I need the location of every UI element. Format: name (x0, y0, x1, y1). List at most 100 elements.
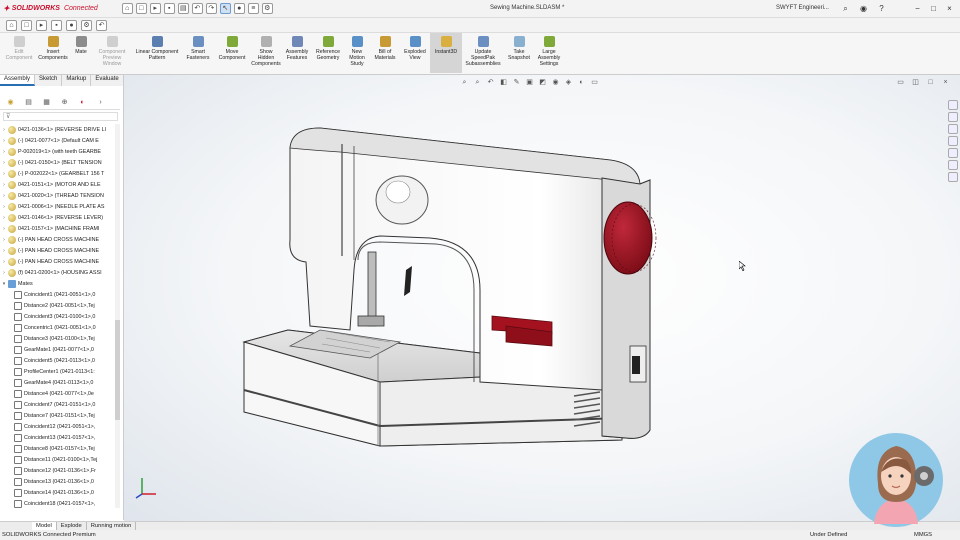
zoom-to-area-icon[interactable]: ⌕ (473, 78, 482, 87)
tree-scrollbar-thumb[interactable] (115, 320, 120, 420)
tree-component[interactable]: › 0421-0151<1> (MOTOR AND ELE (0, 179, 120, 190)
tab-evaluate[interactable]: Evaluate (91, 75, 124, 86)
tree-mate[interactable]: Distance13 (0421-0136<1>,0 (0, 476, 120, 487)
community-icon[interactable]: ◉ (858, 3, 869, 14)
tab-assembly[interactable]: Assembly (0, 75, 36, 86)
tree-component[interactable]: › 0421-0157<1> (MACHINE FRAMI (0, 223, 120, 234)
home-icon[interactable]: ⌂ (121, 3, 133, 14)
hide-show-icon[interactable]: ◉ (551, 78, 560, 87)
tree-component[interactable]: › (-) 0421-0150<1> (BELT TENSION (0, 157, 120, 168)
viewport-restore-icon[interactable]: ▭ (896, 78, 905, 87)
save-icon[interactable]: ▪ (51, 19, 62, 31)
rebuild-icon[interactable]: ● (66, 19, 77, 31)
view-palette-icon[interactable] (948, 136, 958, 146)
tree-filter-input[interactable]: ⊽ (3, 112, 118, 121)
tree-scrollbar[interactable] (115, 124, 120, 508)
command-insert-components[interactable]: Insert Components (36, 33, 70, 61)
expand-toggle-icon[interactable]: › (0, 237, 8, 243)
expand-toggle-icon[interactable]: › (0, 160, 8, 166)
expand-toggle-icon[interactable]: › (0, 248, 8, 254)
tree-mate[interactable]: Coincident18 (0421-0157<1>, (0, 498, 120, 508)
rebuild-icon[interactable]: ● (233, 3, 245, 14)
edit-appearance-icon[interactable]: ◈ (564, 78, 573, 87)
command-smart-fasteners[interactable]: Smart Fasteners (182, 33, 214, 61)
tree-component[interactable]: › 0421-0006<1> (NEEDLE PLATE AS (0, 201, 120, 212)
command-take-snapshot[interactable]: Take Snapshot (504, 33, 534, 61)
tree-mate[interactable]: Distance3 (0421-0100<1>,Tej (0, 333, 120, 344)
tree-component[interactable]: › (-) PAN HEAD CROSS MACHINE (0, 256, 120, 267)
viewport-maximize-icon[interactable]: □ (926, 78, 935, 87)
expand-toggle-icon[interactable]: › (0, 270, 8, 276)
options-gear-icon[interactable]: ⚙ (261, 3, 273, 14)
help-icon[interactable]: ? (876, 3, 887, 14)
tree-mate[interactable]: ProfileCenter1 (0421-0113<1: (0, 366, 120, 377)
expand-toggle-icon[interactable]: › (0, 149, 8, 155)
configuration-manager-icon[interactable]: ▦ (42, 98, 51, 107)
solidworks-logo[interactable]: ✦ SOLIDWORKS Connected (0, 4, 98, 13)
tree-component[interactable]: › (f) 0421-0200<1> (HOUSING ASSI (0, 267, 120, 278)
tab-sketch[interactable]: Sketch (35, 75, 63, 86)
redo-icon[interactable]: ↷ (205, 3, 217, 14)
viewport-close-icon[interactable]: × (941, 78, 950, 87)
command-assembly-features[interactable]: Assembly Features (282, 33, 312, 61)
tree-component[interactable]: › (-) PAN HEAD CROSS MACHINE (0, 234, 120, 245)
command-move-component[interactable]: Move Component (214, 33, 250, 61)
expand-toggle-icon[interactable]: › (0, 138, 8, 144)
expand-toggle-icon[interactable]: › (0, 259, 8, 265)
section-view-icon[interactable]: ◧ (499, 78, 508, 87)
tree-mate[interactable]: Distance7 (0421-0151<1>,Tej (0, 410, 120, 421)
tree-mate[interactable]: Coincident1 (0421-0051<1>,0 (0, 289, 120, 300)
undo-icon[interactable]: ↶ (96, 19, 107, 31)
tree-mate[interactable]: Coincident13 (0421-0157<1>, (0, 432, 120, 443)
expand-toggle-icon[interactable]: › (0, 226, 8, 232)
custom-properties-icon[interactable] (948, 160, 958, 170)
expand-toggle-icon[interactable]: › (0, 215, 8, 221)
tree-mate[interactable]: Distance2 (0421-0051<1>,Tej (0, 300, 120, 311)
status-units[interactable]: MMGS (914, 530, 932, 540)
design-library-icon[interactable] (948, 112, 958, 122)
tree-mate[interactable]: Coincident3 (0421-0100<1>,0 (0, 311, 120, 322)
tree-mate[interactable]: GearMate1 (0421-0077<1>,0 (0, 344, 120, 355)
tree-component[interactable]: › (-) P-002022<1> (GEARBELT 156 T (0, 168, 120, 179)
command-large-assembly-settings[interactable]: Large Assembly Settings (534, 33, 564, 67)
view-settings-icon[interactable]: ▭ (590, 78, 599, 87)
tree-mate[interactable]: Distance4 (0421-0077<1>,0e (0, 388, 120, 399)
expand-toggle-icon[interactable]: › (0, 182, 8, 188)
new-document-icon[interactable]: □ (21, 19, 32, 31)
tree-mate[interactable]: Distance11 (0421-0100<1>,Tej (0, 454, 120, 465)
expand-toggle-icon[interactable]: › (0, 171, 8, 177)
tree-component[interactable]: › 0421-0146<1> (REVERSE LEVER) (0, 212, 120, 223)
tree-mate[interactable]: Coincident12 (0421-0051<1>, (0, 421, 120, 432)
command-exploded-view[interactable]: Exploded View (400, 33, 430, 61)
maximize-icon[interactable]: □ (928, 3, 939, 14)
appearances-icon[interactable] (948, 148, 958, 158)
tree-component[interactable]: › P-002019<1> (with teeth GEARBE (0, 146, 120, 157)
minimize-icon[interactable]: − (912, 3, 923, 14)
print-icon[interactable]: ▤ (177, 3, 189, 14)
previous-view-icon[interactable]: ↶ (486, 78, 495, 87)
command-bill-of-materials[interactable]: Bill of Materials (370, 33, 400, 61)
view-orientation-icon[interactable]: ▣ (525, 78, 534, 87)
tab-markup[interactable]: Markup (62, 75, 92, 86)
user-menu[interactable]: SWYFT Engineeri... (776, 5, 829, 11)
undo-icon[interactable]: ↶ (191, 3, 203, 14)
tree-component[interactable]: › (-) PAN HEAD CROSS MACHINE (0, 245, 120, 256)
select-icon[interactable]: ↖ (219, 3, 231, 14)
tree-mate[interactable]: GearMate4 (0421-0113<1>,0 (0, 377, 120, 388)
command-reference-geometry[interactable]: Reference Geometry (312, 33, 344, 61)
sewing-machine-model[interactable] (230, 120, 670, 460)
command-linear-component-pattern[interactable]: Linear Component Pattern (132, 33, 182, 61)
open-icon[interactable]: ▸ (149, 3, 161, 14)
tree-component[interactable]: › (-) 0421-0077<1> (Default CAM E (0, 135, 120, 146)
dimxpert-icon[interactable]: ⊕ (60, 98, 69, 107)
command-instant3d[interactable]: Instant3D (430, 33, 462, 73)
zoom-to-fit-icon[interactable]: ⌕ (460, 78, 469, 87)
tree-mate[interactable]: Coincident5 (0421-0113<1>,0 (0, 355, 120, 366)
tree-mate[interactable]: Distance14 (0421-0136<1>,0 (0, 487, 120, 498)
tree-folder-mates[interactable]: ▾ Mates (0, 278, 120, 289)
command-mate[interactable]: Mate (70, 33, 92, 55)
close-icon[interactable]: × (944, 3, 955, 14)
command-update-speedpak-subassemblies[interactable]: Update SpeedPak Subassemblies (462, 33, 504, 67)
tree-mate[interactable]: Coincident7 (0421-0151<1>,0 (0, 399, 120, 410)
command-edit-component[interactable]: Edit Component (2, 33, 36, 61)
